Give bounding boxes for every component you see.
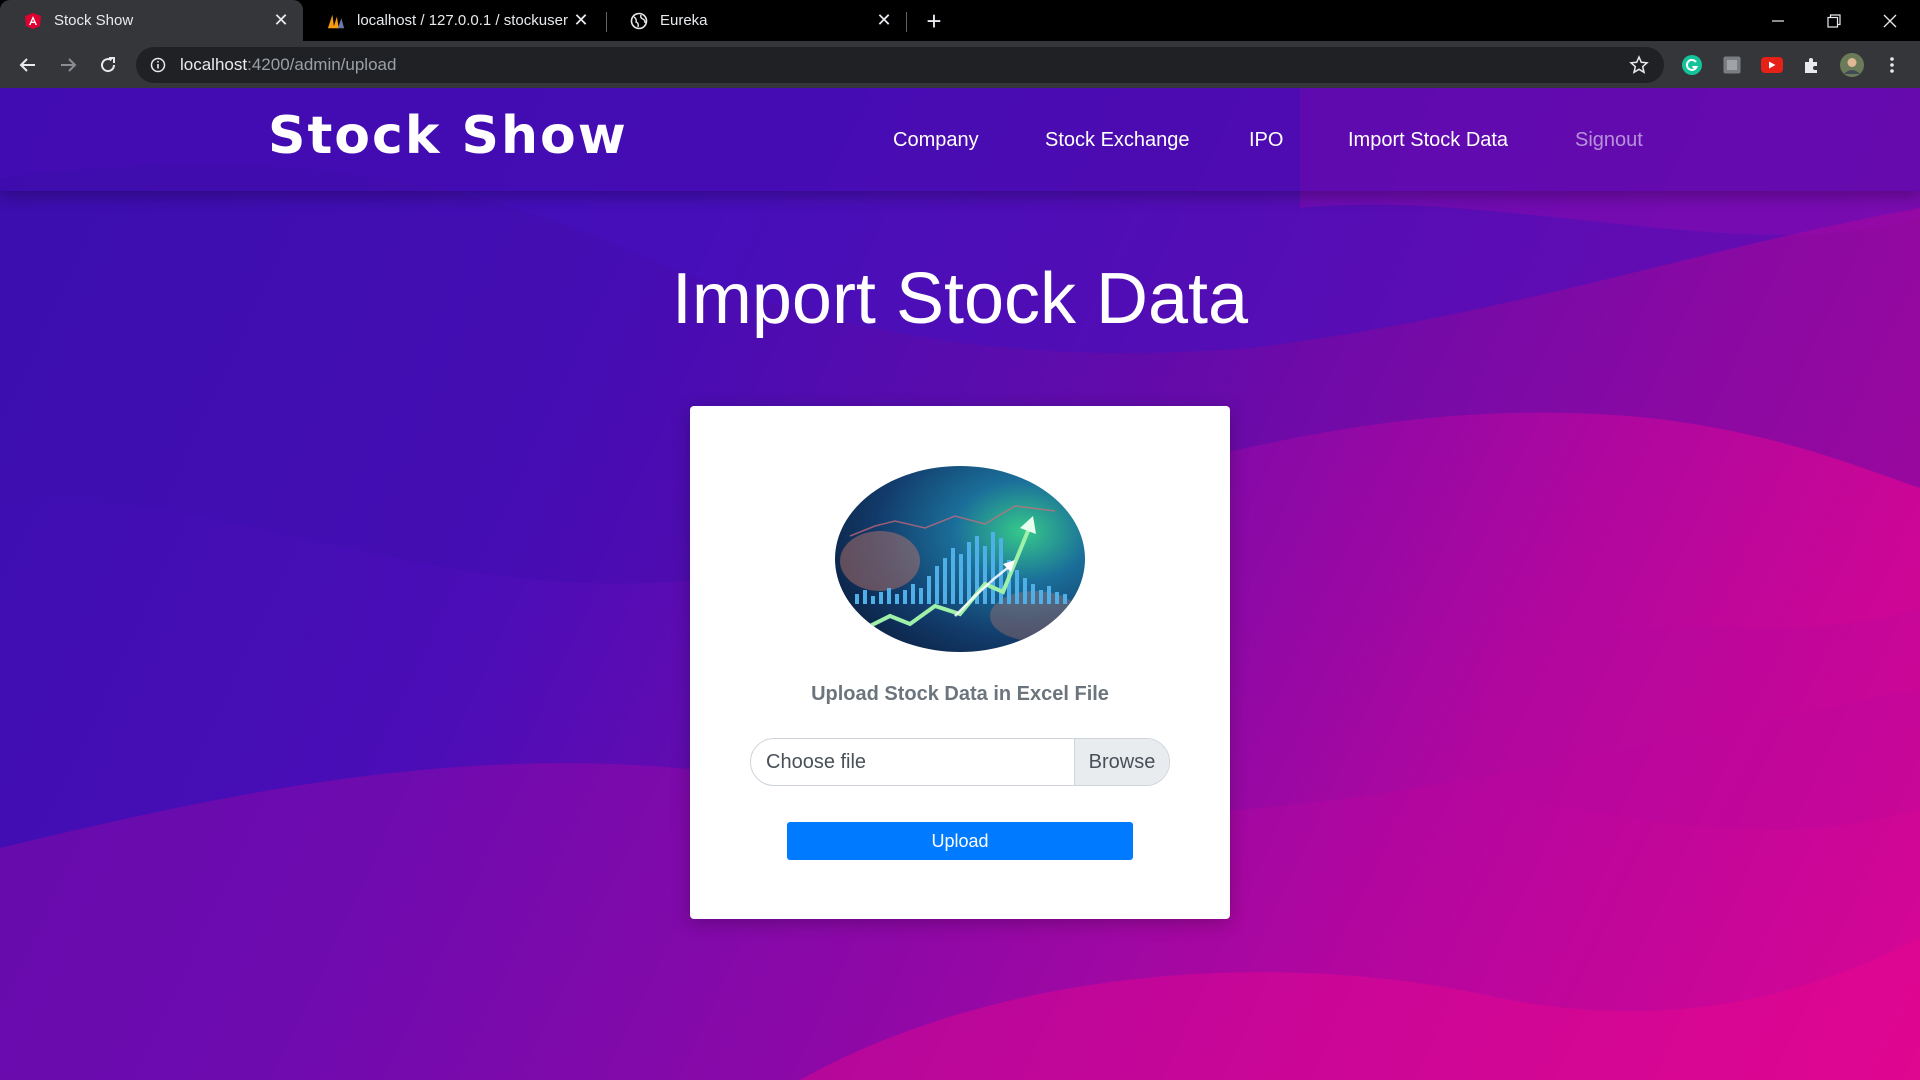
close-tab-icon[interactable]: ✕	[872, 9, 896, 33]
grammarly-icon[interactable]	[1680, 53, 1704, 77]
globe-icon	[630, 12, 648, 30]
restore-icon[interactable]	[1806, 0, 1862, 41]
phpmyadmin-icon	[327, 12, 345, 30]
address-bar[interactable]: localhost:4200/admin/upload	[136, 47, 1664, 83]
upload-button[interactable]: Upload	[787, 822, 1133, 860]
extensions-puzzle-icon[interactable]	[1800, 53, 1824, 77]
close-tab-icon[interactable]: ✕	[269, 9, 293, 33]
browser-menu-icon[interactable]	[1880, 53, 1904, 77]
tab-phpmyadmin[interactable]: localhost / 127.0.0.1 / stockuser / ✕	[303, 0, 603, 41]
browse-button[interactable]: Browse	[1074, 739, 1169, 785]
tab-title: Stock Show	[54, 12, 134, 29]
page-title: Import Stock Data	[671, 259, 1249, 339]
close-window-icon[interactable]	[1862, 0, 1918, 41]
url-path: :4200/admin/upload	[247, 55, 397, 74]
tab-stock-show[interactable]: Stock Show ✕	[0, 0, 303, 41]
youtube-extension-icon[interactable]	[1760, 53, 1784, 77]
reload-icon[interactable]	[92, 49, 124, 81]
forward-arrow-icon[interactable]	[52, 49, 84, 81]
profile-avatar-icon[interactable]	[1840, 53, 1864, 77]
file-input[interactable]: Choose file Browse	[750, 738, 1170, 786]
nav-ipo[interactable]: IPO	[1249, 129, 1283, 152]
file-input-placeholder[interactable]: Choose file	[751, 739, 1074, 785]
site-info-icon[interactable]	[148, 55, 168, 75]
stock-chart-image	[835, 466, 1085, 652]
bookmark-star-icon[interactable]	[1628, 54, 1650, 76]
nav-signout[interactable]: Signout	[1575, 129, 1643, 152]
minimize-icon[interactable]	[1750, 0, 1806, 41]
tab-title: localhost / 127.0.0.1 / stockuser /	[357, 12, 569, 29]
nav-import-stock-data[interactable]: Import Stock Data	[1348, 129, 1508, 152]
nav-stock-exchange[interactable]: Stock Exchange	[1045, 129, 1190, 152]
new-tab-icon[interactable]: +	[919, 6, 949, 36]
browser-toolbar: localhost:4200/admin/upload	[0, 41, 1920, 88]
back-arrow-icon[interactable]	[12, 49, 44, 81]
app-navbar: Stock Show Company Stock Exchange IPO Im…	[0, 88, 1920, 191]
url-text: localhost:4200/admin/upload	[180, 55, 396, 75]
upload-card: Upload Stock Data in Excel File Choose f…	[690, 406, 1230, 919]
tab-strip: Stock Show ✕ localhost / 127.0.0.1 / sto…	[0, 0, 1920, 41]
extension-square-icon[interactable]	[1720, 53, 1744, 77]
url-host: localhost	[180, 55, 248, 74]
page-viewport: Stock Show Company Stock Exchange IPO Im…	[0, 88, 1920, 1080]
close-tab-icon[interactable]: ✕	[569, 9, 593, 33]
brand-logo[interactable]: Stock Show	[268, 106, 628, 166]
nav-company[interactable]: Company	[893, 129, 979, 152]
upload-instruction: Upload Stock Data in Excel File	[811, 683, 1109, 705]
browser-chrome: Stock Show ✕ localhost / 127.0.0.1 / sto…	[0, 0, 1920, 88]
tab-separator	[906, 12, 907, 32]
angular-icon	[24, 12, 42, 30]
tab-title: Eureka	[660, 12, 708, 29]
tab-eureka[interactable]: Eureka ✕	[606, 0, 906, 41]
